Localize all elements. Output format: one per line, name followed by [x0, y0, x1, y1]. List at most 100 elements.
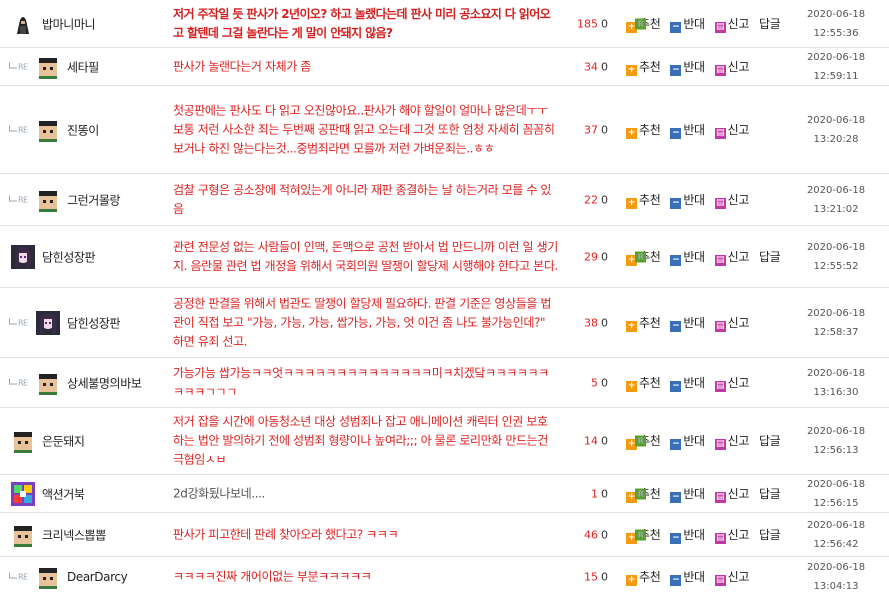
timestamp: 2020-06-18 12:56:13: [806, 426, 866, 456]
recommend-button[interactable]: + 추천: [626, 374, 661, 392]
nickname[interactable]: 진똥이: [67, 121, 99, 138]
oppose-button[interactable]: − 반대: [670, 58, 705, 76]
oppose-button[interactable]: − 반대: [670, 191, 705, 209]
nickname[interactable]: 액션거북: [42, 485, 85, 502]
downvote-count: 0: [601, 487, 608, 500]
report-button[interactable]: ▤ 신고: [714, 15, 749, 33]
reply-indicator-icon: RE: [9, 318, 28, 327]
avatar[interactable]: [36, 310, 60, 335]
reply-button[interactable]: R 답글: [635, 485, 781, 502]
upvote-count: 15: [584, 570, 598, 583]
comment-text: 검찰 구형은 공소장에 적혀있는게 아니라 재판 종결하는 날 하는거라 모를 …: [173, 182, 552, 216]
nickname[interactable]: 상세불명의바보: [67, 374, 142, 391]
report-button[interactable]: ▤ 신고: [714, 485, 749, 503]
comment-row: RE 진똥이 첫공판에는 판사도 다 읽고 오진않아요..판사가 해야 할일이 …: [0, 86, 889, 174]
nickname[interactable]: 세타필: [67, 58, 99, 75]
oppose-button[interactable]: − 반대: [670, 248, 705, 266]
report-button[interactable]: ▤ 신고: [714, 121, 749, 139]
report-button[interactable]: ▤ 신고: [714, 432, 749, 450]
nickname[interactable]: 담힌성장판: [42, 248, 96, 265]
comment-text: 관련 전문성 없는 사람들이 인맥, 돈맥으로 공천 받아서 법 만드니까 이런…: [173, 239, 558, 273]
report-icon: ▤: [714, 574, 726, 586]
reply-button[interactable]: R 답글: [635, 432, 781, 449]
comment-text: ㅋㅋㅋㅋ진짜 개어이없는 부분ㅋㅋㅋㅋㅋ: [173, 569, 372, 583]
report-button[interactable]: ▤ 신고: [714, 314, 749, 332]
comment-text: 판사가 놀랜다는거 자체가 좀: [173, 59, 311, 73]
downvote-count: 0: [601, 123, 608, 136]
timestamp: 2020-06-18 13:16:30: [806, 367, 866, 398]
report-button[interactable]: ▤ 신고: [714, 568, 749, 586]
avatar[interactable]: [36, 564, 60, 589]
recommend-button[interactable]: + 추천: [626, 568, 661, 586]
timestamp: 2020-06-18 12:58:37: [806, 307, 866, 338]
oppose-button[interactable]: − 반대: [670, 374, 705, 392]
recommend-button[interactable]: + 추천: [626, 58, 661, 76]
report-button[interactable]: ▤ 신고: [714, 58, 749, 76]
minus-icon: −: [670, 21, 682, 33]
avatar[interactable]: [36, 54, 60, 79]
nickname[interactable]: 크리넥스뽑뽑: [42, 526, 106, 543]
report-icon: ▤: [714, 254, 726, 266]
comment-actions: + 추천 − 반대 ▤ 신고 R 답글: [626, 248, 786, 266]
avatar[interactable]: [11, 522, 35, 547]
upvote-count: 14: [584, 434, 598, 448]
report-icon: ▤: [714, 491, 726, 503]
comment-actions: + 추천 − 반대 ▤ 신고: [626, 58, 755, 76]
comment-row: 담힌성장판 관련 전문성 없는 사람들이 인맥, 돈맥으로 공천 받아서 법 만…: [0, 226, 889, 288]
timestamp: 2020-06-18 12:56:42: [806, 519, 866, 550]
vote-counts: 15 0: [560, 570, 608, 583]
avatar[interactable]: [11, 11, 35, 36]
nickname[interactable]: 은둔돼지: [42, 433, 85, 450]
recommend-button[interactable]: + 추천: [626, 191, 661, 209]
reply-button[interactable]: R 답글: [635, 248, 781, 265]
avatar[interactable]: [36, 187, 60, 212]
nickname[interactable]: 밥마니마니: [42, 15, 96, 32]
report-icon: ▤: [714, 127, 726, 139]
plus-icon: +: [626, 64, 637, 76]
reply-button[interactable]: R 답글: [635, 526, 781, 543]
avatar[interactable]: [11, 429, 35, 453]
report-button[interactable]: ▤ 신고: [714, 248, 749, 266]
comment-row: RE 담힌성장판 공정한 판결을 위해서 법관도 딸쟁이 할당제 필요하다. 판…: [0, 288, 889, 358]
upvote-count: 185: [577, 17, 598, 30]
comment-text: 2d강화됬나보네....: [173, 486, 265, 500]
report-button[interactable]: ▤ 신고: [714, 526, 749, 544]
nickname[interactable]: 그런거몰랑: [67, 191, 121, 208]
reply-indicator-icon: RE: [9, 195, 28, 204]
nickname[interactable]: 담힌성장판: [67, 314, 121, 331]
reply-button[interactable]: R 답글: [635, 15, 781, 32]
nickname[interactable]: DearDarcy: [67, 570, 128, 584]
recommend-button[interactable]: + 추천: [626, 121, 661, 139]
vote-counts: 50: [560, 376, 608, 389]
timestamp: 2020-06-18 12:55:52: [806, 241, 866, 272]
plus-icon: +: [626, 574, 637, 586]
avatar[interactable]: [11, 244, 35, 269]
oppose-button[interactable]: − 반대: [670, 314, 705, 332]
oppose-button[interactable]: − 반대: [670, 526, 705, 544]
report-button[interactable]: ▤ 신고: [714, 191, 749, 209]
report-icon: ▤: [714, 532, 726, 544]
comment-actions: + 추천 − 반대 ▤ 신고 R 답글: [626, 485, 786, 503]
avatar[interactable]: [36, 117, 60, 142]
oppose-button[interactable]: − 반대: [670, 432, 705, 450]
avatar[interactable]: [36, 370, 60, 395]
oppose-button[interactable]: − 반대: [670, 15, 705, 33]
comment-row: RE 상세불명의바보 가능가능 쌉가능ㅋㅋ엇ㅋㅋㅋㅋㅋㅋㅋㅋㅋㅋㅋㅋㅋㅋ미ㅋ치겠…: [0, 358, 889, 408]
vote-counts: 10: [560, 487, 608, 500]
minus-icon: −: [670, 127, 682, 139]
upvote-count: 46: [584, 528, 598, 541]
comment-text: 판사가 피고한테 판례 찾아오라 했다고? ㅋㅋㅋ: [173, 527, 399, 541]
oppose-button[interactable]: − 반대: [670, 485, 705, 503]
recommend-button[interactable]: + 추천: [626, 314, 661, 332]
timestamp: 2020-06-18 13:21:02: [806, 184, 866, 215]
vote-counts: 38 0: [560, 316, 608, 329]
report-button[interactable]: ▤ 신고: [714, 374, 749, 392]
oppose-button[interactable]: − 반대: [670, 568, 705, 586]
oppose-button[interactable]: − 반대: [670, 121, 705, 139]
timestamp: 2020-06-18 12:59:11: [806, 51, 866, 82]
plus-icon: +: [626, 197, 637, 209]
report-icon: ▤: [714, 21, 726, 33]
downvote-count: 0: [601, 193, 608, 206]
avatar[interactable]: [11, 481, 35, 506]
reply-icon: R: [635, 251, 646, 262]
